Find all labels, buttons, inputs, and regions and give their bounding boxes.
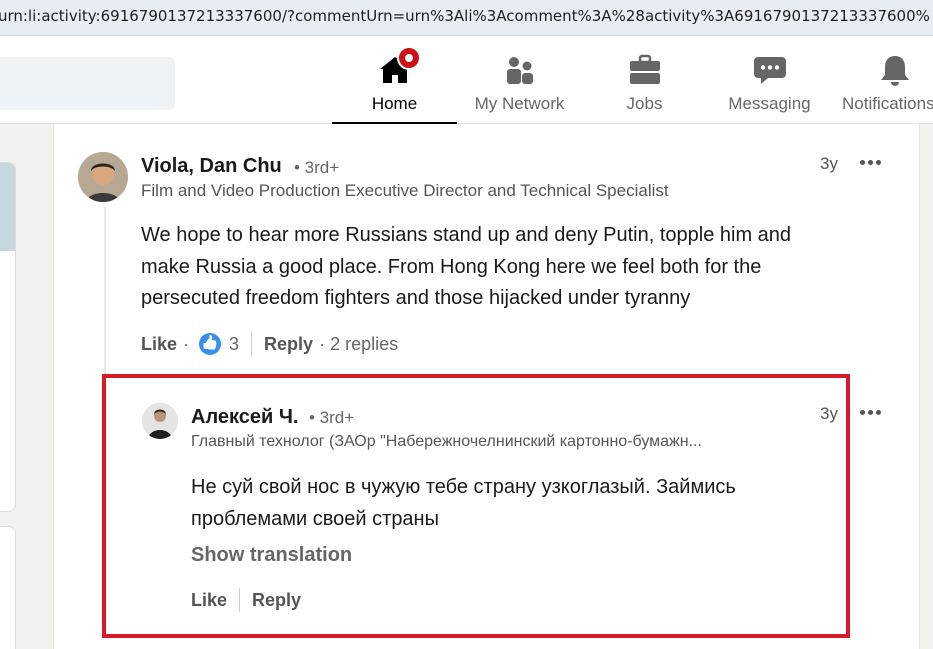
nav-my-network-label: My Network — [474, 94, 565, 113]
more-options-icon[interactable] — [860, 159, 884, 167]
comment-actions: Like · 3 Reply · 2 replies — [141, 332, 398, 356]
more-options-icon[interactable] — [860, 409, 884, 417]
avatar[interactable] — [78, 152, 128, 202]
divider — [251, 332, 253, 356]
like-reaction-icon[interactable] — [199, 333, 222, 355]
address-bar[interactable]: urn:li:activity:6916790137213337600/?com… — [0, 0, 933, 36]
bell-icon — [877, 52, 913, 88]
comment-line: We hope to hear more Russians stand up a… — [141, 224, 792, 246]
briefcase-icon — [627, 52, 663, 88]
reply-button[interactable]: Reply — [264, 334, 313, 355]
profile-card — [0, 162, 16, 512]
nav-jobs-label: Jobs — [626, 94, 663, 113]
author-headline: Film and Video Production Executive Dire… — [141, 181, 669, 200]
people-icon — [502, 52, 538, 88]
nav-notifications[interactable]: Notifications — [832, 36, 933, 124]
thread-line — [104, 207, 106, 377]
nav-my-network[interactable]: My Network — [457, 36, 582, 124]
notification-badge — [396, 46, 421, 70]
home-icon — [377, 46, 421, 88]
chat-icon — [752, 52, 788, 88]
url-text: urn:li:activity:6916790137213337600/?com… — [0, 7, 930, 25]
nav-messaging-label: Messaging — [728, 94, 811, 113]
search-input[interactable] — [0, 57, 175, 110]
separator-dot: · — [183, 333, 190, 354]
nav-jobs[interactable]: Jobs — [582, 36, 707, 124]
comment-line: make Russia a good place. From Hong Kong… — [141, 255, 762, 278]
nav-messaging[interactable]: Messaging — [707, 36, 832, 124]
top-nav: Home My Network Jobs Messaging Notificat… — [0, 36, 933, 124]
comment-author[interactable]: Viola, Dan Chu — [141, 155, 282, 178]
like-button[interactable]: Like — [141, 334, 177, 355]
nav-notifications-label: Notifications — [842, 94, 933, 113]
comment-time: 3y — [820, 154, 838, 173]
connection-degree: • 3rd+ — [294, 158, 340, 177]
left-card — [0, 526, 16, 649]
nav-home[interactable]: Home — [332, 36, 457, 124]
comment-text: We hope to hear more Russians stand up a… — [141, 220, 791, 315]
replies-count[interactable]: · 2 replies — [319, 334, 398, 355]
highlight-box — [102, 374, 850, 638]
reaction-count[interactable]: 3 — [229, 334, 239, 355]
nav-home-label: Home — [371, 94, 418, 113]
comment-line: persecuted freedom fighters and those hi… — [141, 287, 691, 309]
profile-banner — [0, 163, 15, 251]
